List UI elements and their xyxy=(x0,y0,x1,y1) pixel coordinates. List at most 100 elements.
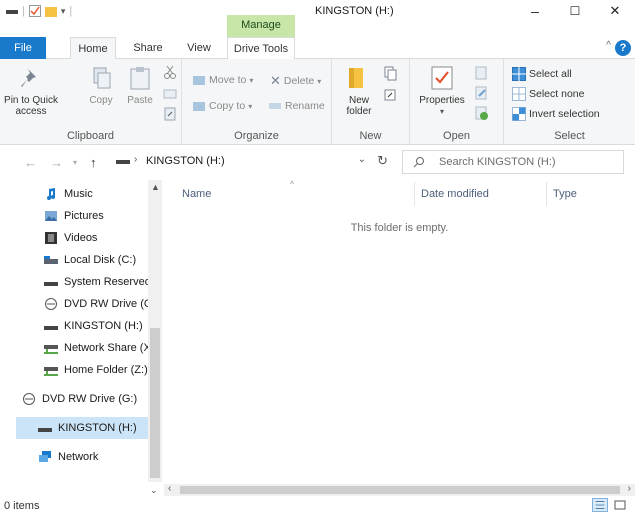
tab-file[interactable]: File xyxy=(0,37,46,59)
move-to-button[interactable]: Move to ▾ xyxy=(192,73,253,87)
dvd-icon xyxy=(45,298,57,310)
maximize-button[interactable]: ☐ xyxy=(555,0,595,22)
scroll-up-icon[interactable]: ▲ xyxy=(151,182,160,192)
cut-icon[interactable] xyxy=(163,65,177,79)
breadcrumb-chevron-icon[interactable]: › xyxy=(134,154,137,165)
tab-home[interactable]: Home xyxy=(70,37,116,59)
nav-item-kingston[interactable]: KINGSTON (H:) xyxy=(44,315,148,337)
details-view-icon[interactable] xyxy=(592,498,608,512)
nav-item-dvd-rw-drive[interactable]: DVD RW Drive (G: xyxy=(44,293,148,315)
minimize-button[interactable]: – xyxy=(515,0,555,22)
group-clipboard: Pin to Quick access Copy Paste Clipboard xyxy=(0,59,182,145)
invert-selection-icon xyxy=(512,107,526,121)
easy-access-icon[interactable] xyxy=(382,87,398,103)
group-select: Select all Select none Invert selection … xyxy=(504,59,635,145)
new-folder-label: New folder xyxy=(346,95,372,117)
paste-button[interactable]: Paste xyxy=(124,65,156,106)
select-all-label: Select all xyxy=(529,68,572,80)
help-button[interactable]: ? xyxy=(615,40,631,56)
nav-item-local-disk-c[interactable]: Local Disk (C:) xyxy=(44,249,148,271)
horizontal-scroll-thumb[interactable] xyxy=(180,486,620,494)
network-icon xyxy=(39,451,51,462)
nav-item-dvd-rw-drive-root[interactable]: DVD RW Drive (G:) xyxy=(22,388,148,410)
properties-icon xyxy=(431,66,453,90)
forward-arrow-icon[interactable]: → xyxy=(50,155,63,170)
select-group-label: Select xyxy=(554,130,585,142)
large-icons-view-icon[interactable] xyxy=(612,498,628,512)
breadcrumb-current[interactable]: KINGSTON (H:) xyxy=(146,155,225,167)
nav-pane-scroll-thumb[interactable] xyxy=(150,328,160,478)
qat-dropdown-icon[interactable]: ▾ xyxy=(61,6,66,17)
open-icon[interactable] xyxy=(474,65,490,81)
nav-item-kingston-root[interactable]: KINGSTON (H:) xyxy=(16,417,148,439)
search-box[interactable]: Search KINGSTON (H:) xyxy=(402,150,624,174)
horizontal-scrollbar[interactable]: ‹ › xyxy=(164,483,635,496)
empty-folder-message: This folder is empty. xyxy=(350,222,449,234)
nav-item-label: System Reserved xyxy=(64,276,148,288)
properties-button[interactable]: Properties ▾ xyxy=(416,65,468,117)
network-drive-icon xyxy=(44,367,58,376)
up-arrow-icon[interactable]: ↑ xyxy=(90,155,97,170)
column-name[interactable]: Name xyxy=(182,188,211,200)
usb-drive-icon xyxy=(44,326,58,330)
column-divider[interactable] xyxy=(414,182,415,206)
scroll-right-icon[interactable]: › xyxy=(628,483,631,494)
delete-icon: ✕ xyxy=(270,73,281,88)
delete-button[interactable]: ✕ Delete ▾ xyxy=(270,73,321,89)
videos-icon xyxy=(45,232,57,244)
nav-item-label: Network xyxy=(58,451,99,463)
collapse-ribbon-icon[interactable]: ^ xyxy=(606,40,611,51)
copy-to-button[interactable]: Copy to ▾ xyxy=(192,99,252,113)
column-type[interactable]: Type xyxy=(553,188,577,200)
nav-pane-scrollbar[interactable]: ▲ xyxy=(148,180,162,482)
properties-check-icon[interactable] xyxy=(28,5,41,17)
paste-shortcut-icon[interactable] xyxy=(163,107,177,121)
copy-path-icon[interactable] xyxy=(163,87,177,101)
clipboard-group-label: Clipboard xyxy=(66,130,115,142)
nav-item-videos[interactable]: Videos xyxy=(44,227,148,249)
history-icon[interactable] xyxy=(474,105,490,121)
refresh-icon[interactable]: ↻ xyxy=(377,153,388,169)
recent-locations-icon[interactable]: ▾ xyxy=(73,158,77,167)
edit-icon[interactable] xyxy=(474,85,490,101)
new-folder-icon[interactable] xyxy=(44,5,57,17)
new-item-icon[interactable] xyxy=(382,65,398,81)
select-none-label: Select none xyxy=(529,88,585,100)
column-divider[interactable] xyxy=(546,182,547,206)
nav-item-network[interactable]: Network xyxy=(38,446,148,468)
new-folder-button[interactable]: New folder xyxy=(340,65,378,117)
pin-icon xyxy=(21,69,36,87)
pin-quick-access-button[interactable]: Pin to Quick access xyxy=(2,65,60,117)
nav-item-label: DVD RW Drive (G: xyxy=(64,298,148,310)
scroll-down-icon[interactable]: ⌄ xyxy=(150,485,158,496)
tab-view[interactable]: View xyxy=(180,37,218,59)
select-none-button[interactable]: Select none xyxy=(512,87,584,101)
select-all-icon xyxy=(512,67,526,81)
select-all-button[interactable]: Select all xyxy=(512,67,572,81)
back-arrow-icon[interactable]: ← xyxy=(24,155,37,170)
nav-item-system-reserved[interactable]: System Reserved xyxy=(44,271,148,293)
copy-button[interactable]: Copy xyxy=(86,65,116,106)
nav-item-network-share[interactable]: Network Share (X xyxy=(44,337,148,359)
tab-drive-tools[interactable]: Drive Tools xyxy=(227,37,295,59)
nav-item-home-folder[interactable]: Home Folder (Z:) xyxy=(44,359,148,381)
address-bar[interactable]: › KINGSTON (H:) ⌄ ↻ xyxy=(112,150,396,174)
nav-item-label: Home Folder (Z:) xyxy=(64,364,148,376)
copy-label: Copy xyxy=(89,95,113,106)
item-count: 0 items xyxy=(4,500,40,512)
nav-item-label: Network Share (X xyxy=(64,342,148,354)
rename-button[interactable]: Rename xyxy=(268,99,325,113)
scroll-left-icon[interactable]: ‹ xyxy=(168,483,171,494)
address-dropdown-icon[interactable]: ⌄ xyxy=(358,154,366,165)
tab-share[interactable]: Share xyxy=(126,37,170,59)
navigation-pane: Music Pictures Videos Local Disk (C:) Sy… xyxy=(0,180,162,482)
nav-item-music[interactable]: Music xyxy=(44,183,148,205)
column-date-modified[interactable]: Date modified xyxy=(421,188,489,200)
close-button[interactable]: ✕ xyxy=(595,0,635,22)
invert-selection-button[interactable]: Invert selection xyxy=(512,107,600,121)
nav-item-pictures[interactable]: Pictures xyxy=(44,205,148,227)
file-list[interactable]: ^ Name Date modified Type This folder is… xyxy=(164,180,635,482)
quick-access-toolbar: | ▾ | xyxy=(6,5,72,17)
tab-manage[interactable]: Manage xyxy=(227,15,295,37)
nav-item-label: Music xyxy=(64,188,93,200)
